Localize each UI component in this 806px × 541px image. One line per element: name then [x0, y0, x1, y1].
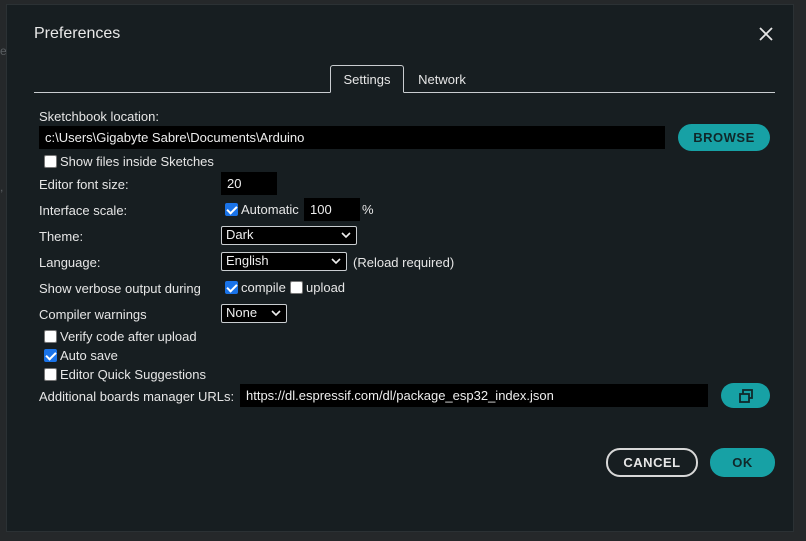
ok-button[interactable]: OK	[710, 448, 775, 477]
interface-scale-label: Interface scale:	[39, 203, 128, 218]
verbose-upload-checkbox[interactable]	[290, 281, 303, 294]
open-urls-window-button[interactable]	[721, 383, 770, 408]
quick-suggestions-label: Editor Quick Suggestions	[60, 367, 206, 382]
theme-selected-value: Dark	[226, 227, 254, 242]
verbose-compile-label: compile	[241, 280, 286, 295]
editor-font-size-label: Editor font size:	[39, 177, 129, 192]
boards-urls-label: Additional boards manager URLs:	[39, 389, 235, 404]
language-selected-value: English	[226, 253, 269, 268]
compiler-warnings-select[interactable]: None	[221, 304, 287, 323]
close-icon	[759, 27, 773, 41]
language-reload-note: (Reload required)	[353, 255, 455, 270]
sketchbook-location-label: Sketchbook location:	[39, 109, 159, 124]
cancel-button[interactable]: CANCEL	[606, 448, 698, 477]
interface-scale-unit: %	[362, 202, 374, 217]
verify-upload-label: Verify code after upload	[60, 329, 197, 344]
background-glyph: ,	[0, 180, 4, 194]
boards-urls-input[interactable]	[240, 384, 708, 407]
theme-select[interactable]: Dark	[221, 226, 357, 245]
tab-settings[interactable]: Settings	[330, 65, 404, 93]
chevron-down-icon	[341, 232, 351, 239]
editor-font-size-input[interactable]	[221, 172, 277, 195]
dialog-title: Preferences	[34, 25, 121, 42]
auto-save-checkbox[interactable]	[44, 349, 57, 362]
automatic-scale-checkbox[interactable]	[225, 203, 238, 216]
compiler-warnings-label: Compiler warnings	[39, 307, 147, 322]
open-in-window-icon	[738, 388, 753, 403]
sketchbook-location-input[interactable]	[39, 126, 665, 149]
automatic-scale-label: Automatic	[241, 202, 299, 217]
verbose-upload-label: upload	[306, 280, 346, 295]
preferences-dialog: Preferences Settings Network Sketchbook …	[6, 4, 794, 532]
verbose-compile-checkbox[interactable]	[225, 281, 238, 294]
interface-scale-input[interactable]	[304, 198, 360, 221]
language-select[interactable]: English	[221, 252, 347, 271]
quick-suggestions-checkbox[interactable]	[44, 368, 57, 381]
close-button[interactable]	[755, 23, 777, 45]
verify-upload-checkbox[interactable]	[44, 330, 57, 343]
tabs-divider	[34, 92, 775, 93]
compiler-warnings-selected-value: None	[226, 305, 258, 320]
chevron-down-icon	[331, 258, 341, 265]
chevron-down-icon	[271, 310, 281, 317]
show-files-label: Show files inside Sketches	[60, 154, 214, 169]
show-files-checkbox[interactable]	[44, 155, 57, 168]
language-label: Language:	[39, 255, 101, 270]
browse-button[interactable]: BROWSE	[678, 124, 770, 151]
verbose-output-label: Show verbose output during	[39, 281, 201, 296]
theme-label: Theme:	[39, 229, 84, 244]
auto-save-label: Auto save	[60, 348, 118, 363]
tab-network[interactable]: Network	[412, 66, 472, 94]
